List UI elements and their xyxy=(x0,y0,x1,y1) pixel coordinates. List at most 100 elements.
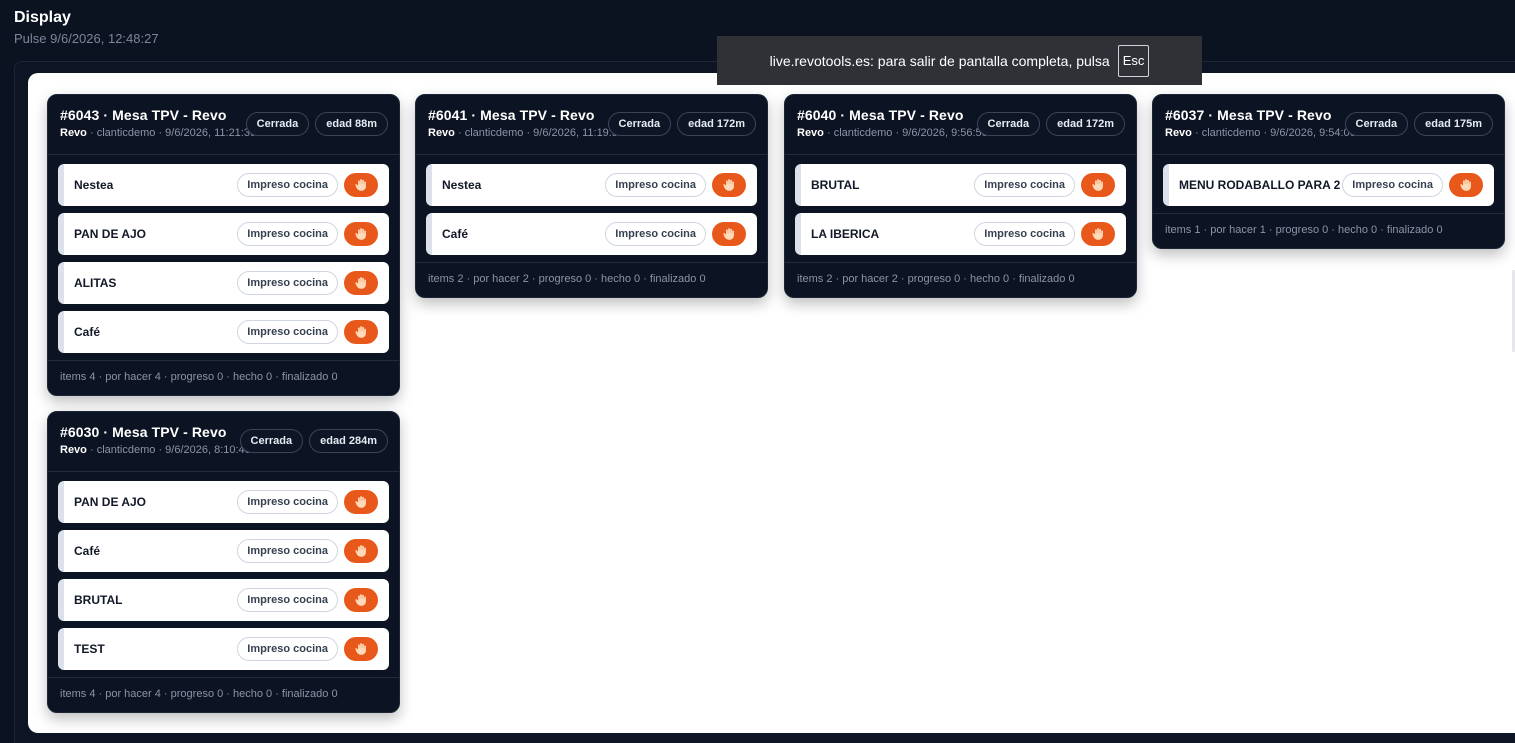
order-card[interactable]: #6037 · Mesa TPV - Revo Revo · clanticdem… xyxy=(1152,94,1505,249)
order-meta-text: · clanticdemo · 9/6/2026, 9:54:06 xyxy=(1194,127,1356,139)
item-name: PAN DE AJO xyxy=(74,495,147,509)
hand-icon xyxy=(354,544,368,558)
item-name: Nestea xyxy=(442,178,482,192)
order-meta-text: · clanticdemo · 9/6/2026, 11:19:56 xyxy=(457,127,625,139)
card-footer-summary: items 4 · por hacer 4 · progreso 0 · hec… xyxy=(48,677,399,712)
card-badges: Cerrada edad 88m xyxy=(245,112,388,136)
hand-button[interactable] xyxy=(344,222,378,246)
hand-button[interactable] xyxy=(1081,173,1115,197)
order-item[interactable]: Café Impreso cocina xyxy=(58,530,389,572)
hand-icon xyxy=(354,325,368,339)
hand-button[interactable] xyxy=(344,539,378,563)
order-item[interactable]: TEST Impreso cocina xyxy=(58,628,389,670)
item-status-badge: Impreso cocina xyxy=(237,539,338,563)
age-badge: edad 88m xyxy=(315,112,388,136)
item-name: Nestea xyxy=(74,178,114,192)
card-footer-summary: items 4 · por hacer 4 · progreso 0 · hec… xyxy=(48,360,399,395)
order-item[interactable]: PAN DE AJO Impreso cocina xyxy=(58,481,389,523)
order-item[interactable]: PAN DE AJO Impreso cocina xyxy=(58,213,389,255)
hand-icon xyxy=(1459,178,1473,192)
card-header: #6030 · Mesa TPV - Revo Revo · clanticdem… xyxy=(48,412,399,472)
item-name: ALITAS xyxy=(74,276,117,290)
hand-button[interactable] xyxy=(1081,222,1115,246)
order-meta-text: · clanticdemo · 9/6/2026, 8:10:40 xyxy=(89,444,251,456)
hand-button[interactable] xyxy=(344,637,378,661)
hand-button[interactable] xyxy=(344,320,378,344)
item-name: BRUTAL xyxy=(74,593,123,607)
page-title: Display xyxy=(14,9,71,26)
order-card[interactable]: #6041 · Mesa TPV - Revo Revo · clanticdem… xyxy=(415,94,768,298)
status-badge: Cerrada xyxy=(976,112,1041,136)
item-name: TEST xyxy=(74,642,105,656)
hand-icon xyxy=(354,593,368,607)
item-status-badge: Impreso cocina xyxy=(237,173,338,197)
item-list: Nestea Impreso cocina PAN DE AJO Impreso co… xyxy=(48,155,399,353)
order-item[interactable]: Nestea Impreso cocina xyxy=(426,164,757,206)
order-card[interactable]: #6043 · Mesa TPV - Revo Revo · clanticdem… xyxy=(47,94,400,396)
order-item[interactable]: LA IBERICA Impreso cocina xyxy=(795,213,1126,255)
age-badge: edad 172m xyxy=(677,112,756,136)
card-badges: Cerrada edad 284m xyxy=(239,429,388,453)
order-item[interactable]: BRUTAL Impreso cocina xyxy=(795,164,1126,206)
hand-button[interactable] xyxy=(344,173,378,197)
item-status-badge: Impreso cocina xyxy=(974,173,1075,197)
item-name: MENU RODABALLO PARA 2 xyxy=(1179,178,1341,192)
order-item[interactable]: BRUTAL Impreso cocina xyxy=(58,579,389,621)
item-name: Café xyxy=(442,227,469,241)
hand-button[interactable] xyxy=(344,271,378,295)
hand-button[interactable] xyxy=(712,173,746,197)
status-badge: Cerrada xyxy=(245,112,310,136)
hand-button[interactable] xyxy=(712,222,746,246)
hand-icon xyxy=(722,178,736,192)
order-source: Revo xyxy=(797,127,824,139)
item-list: BRUTAL Impreso cocina LA IBERICA Impreso co… xyxy=(785,155,1136,255)
hand-button[interactable] xyxy=(344,490,378,514)
status-badge: Cerrada xyxy=(239,429,304,453)
item-status-badge: Impreso cocina xyxy=(237,222,338,246)
hand-icon xyxy=(354,178,368,192)
item-list: Nestea Impreso cocina Café Impreso cocina xyxy=(416,155,767,255)
hand-icon xyxy=(354,276,368,290)
order-source: Revo xyxy=(1165,127,1192,139)
age-badge: edad 175m xyxy=(1414,112,1493,136)
order-source: Revo xyxy=(428,127,455,139)
item-list: PAN DE AJO Impreso cocina Café Impreso coci… xyxy=(48,472,399,670)
order-card[interactable]: #6040 · Mesa TPV - Revo Revo · clanticdem… xyxy=(784,94,1137,298)
order-meta-text: · clanticdemo · 9/6/2026, 9:56:50 xyxy=(826,127,988,139)
hand-icon xyxy=(722,227,736,241)
fullscreen-notice-text: live.revotools.es: para salir de pantall… xyxy=(769,52,1110,69)
hand-icon xyxy=(354,642,368,656)
hand-button[interactable] xyxy=(1449,173,1483,197)
item-name: Café xyxy=(74,325,101,339)
item-name: PAN DE AJO xyxy=(74,227,147,241)
item-name: LA IBERICA xyxy=(811,227,880,241)
order-item[interactable]: Café Impreso cocina xyxy=(426,213,757,255)
fullscreen-notice: live.revotools.es: para salir de pantall… xyxy=(717,36,1202,85)
item-status-badge: Impreso cocina xyxy=(974,222,1075,246)
order-card[interactable]: #6030 · Mesa TPV - Revo Revo · clanticdem… xyxy=(47,411,400,713)
card-badges: Cerrada edad 175m xyxy=(1344,112,1493,136)
card-header: #6037 · Mesa TPV - Revo Revo · clanticdem… xyxy=(1153,95,1504,155)
order-source: Revo xyxy=(60,444,87,456)
order-item[interactable]: Nestea Impreso cocina xyxy=(58,164,389,206)
card-footer-summary: items 2 · por hacer 2 · progreso 0 · hec… xyxy=(416,262,767,297)
card-header: #6041 · Mesa TPV - Revo Revo · clanticdem… xyxy=(416,95,767,155)
card-header: #6043 · Mesa TPV - Revo Revo · clanticdem… xyxy=(48,95,399,155)
order-item[interactable]: ALITAS Impreso cocina xyxy=(58,262,389,304)
item-status-badge: Impreso cocina xyxy=(605,222,706,246)
item-status-badge: Impreso cocina xyxy=(605,173,706,197)
card-badges: Cerrada edad 172m xyxy=(976,112,1125,136)
status-badge: Cerrada xyxy=(1344,112,1409,136)
card-header: #6040 · Mesa TPV - Revo Revo · clanticdem… xyxy=(785,95,1136,155)
esc-key: Esc xyxy=(1117,44,1150,77)
order-item[interactable]: MENU RODABALLO PARA 2 Impreso cocina xyxy=(1163,164,1494,206)
hand-icon xyxy=(354,495,368,509)
order-item[interactable]: Café Impreso cocina xyxy=(58,311,389,353)
hand-button[interactable] xyxy=(344,588,378,612)
age-badge: edad 172m xyxy=(1046,112,1125,136)
item-status-badge: Impreso cocina xyxy=(237,637,338,661)
app-header: Display Pulse 9/6/2026, 12:48:27 xyxy=(14,8,159,46)
order-source: Revo xyxy=(60,127,87,139)
hand-icon xyxy=(1091,227,1105,241)
item-status-badge: Impreso cocina xyxy=(237,271,338,295)
